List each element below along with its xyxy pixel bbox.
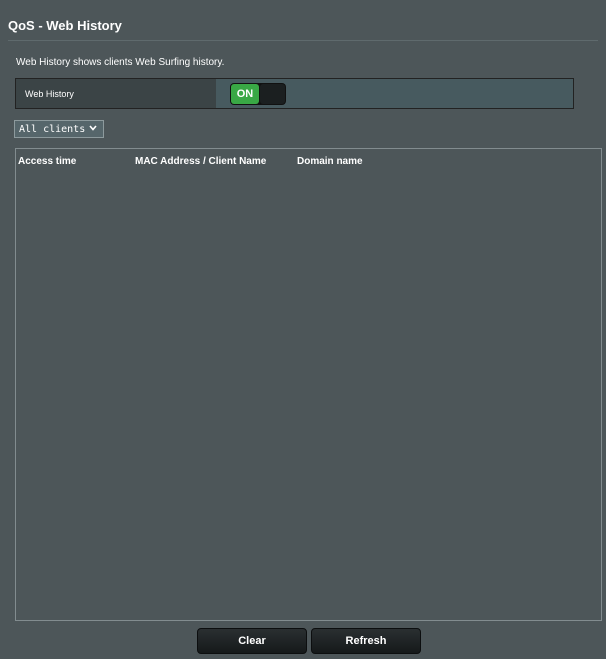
web-history-table: Access time MAC Address / Client Name Do… — [15, 148, 602, 621]
web-history-label-cell: Web History — [16, 79, 216, 108]
client-filter-select[interactable]: All clients — [14, 120, 104, 138]
web-history-toggle[interactable]: ON — [230, 83, 286, 105]
clear-button[interactable]: Clear — [197, 628, 307, 654]
refresh-button[interactable]: Refresh — [311, 628, 421, 654]
web-history-label: Web History — [25, 89, 74, 99]
toggle-on-indicator: ON — [231, 84, 259, 104]
chevron-down-icon — [89, 124, 97, 134]
page-title: QoS - Web History — [8, 18, 122, 33]
column-header-mac-client: MAC Address / Client Name — [135, 156, 267, 167]
client-filter-value: All clients — [19, 123, 86, 135]
column-header-access-time: Access time — [18, 156, 77, 167]
title-divider — [8, 40, 598, 41]
page-description: Web History shows clients Web Surfing hi… — [16, 57, 225, 68]
column-header-domain: Domain name — [297, 156, 363, 167]
web-history-setting-row: Web History ON — [15, 78, 574, 109]
toggle-knob — [260, 84, 285, 104]
